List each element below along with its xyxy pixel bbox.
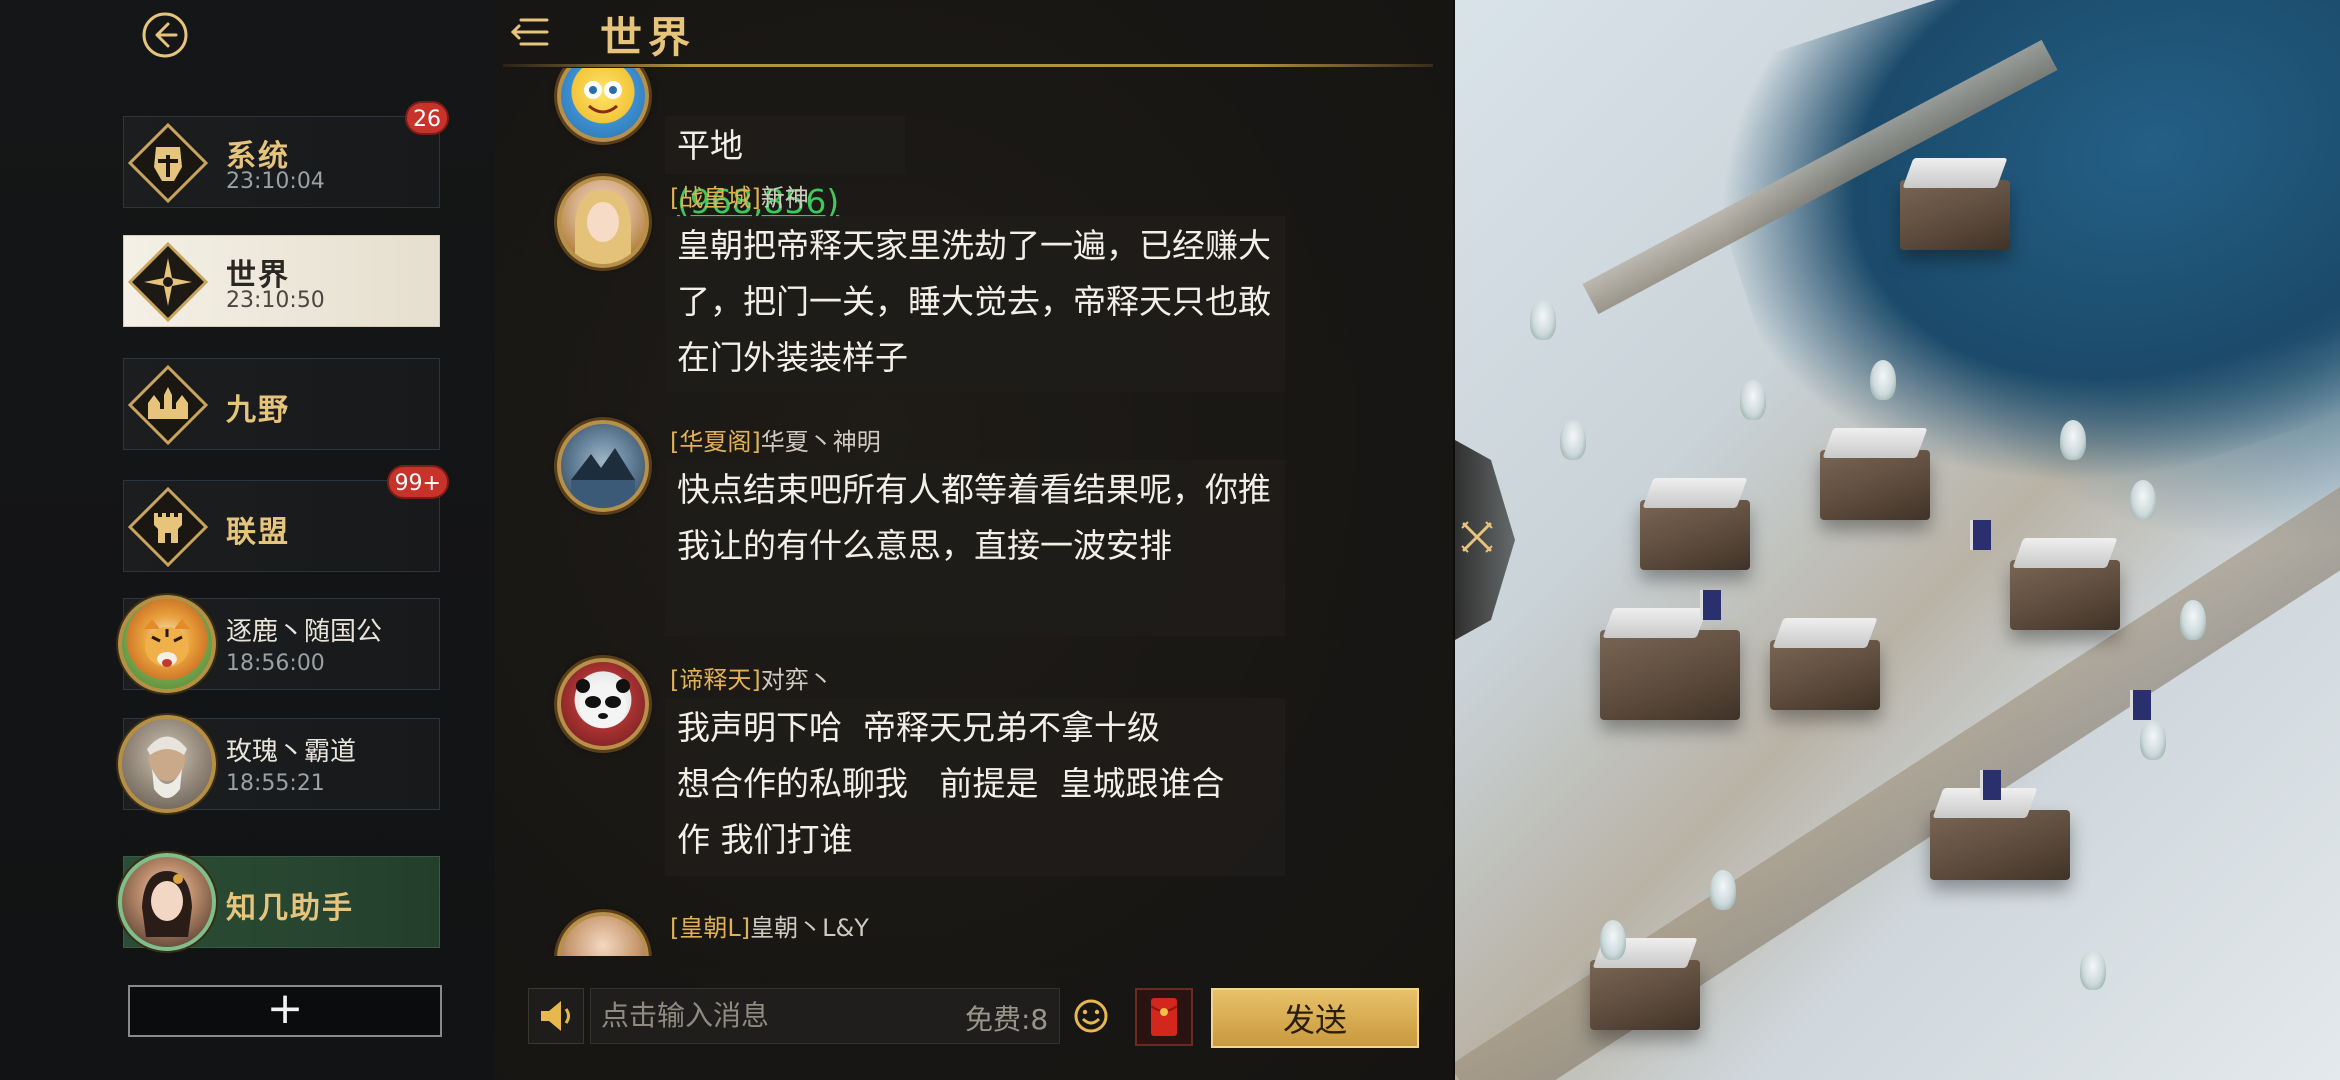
- emoji-button[interactable]: [1073, 998, 1109, 1034]
- castle-emblem-icon: [127, 364, 209, 446]
- sender-tag: [华夏阁]: [670, 428, 761, 456]
- sender-tag: [谛释天]: [670, 666, 761, 694]
- map-flag: [1970, 520, 1991, 550]
- map-building: [2010, 560, 2120, 630]
- red-packet-button[interactable]: [1135, 988, 1193, 1046]
- close-panel-button[interactable]: [1458, 518, 1496, 556]
- avatar[interactable]: [557, 68, 649, 142]
- map-building: [1600, 630, 1740, 720]
- tower-emblem-icon: [127, 486, 209, 568]
- page-title: 世界: [600, 13, 697, 62]
- map-tree: [2140, 720, 2166, 760]
- map-building: [1640, 500, 1750, 570]
- channel-name: 知几助手: [226, 891, 354, 926]
- channel-world[interactable]: 世界 23:10:50: [123, 235, 440, 327]
- message-bubble: 皇朝把帝释天家里洗劫了一遍，已经赚大了，把门一关，睡大觉去，帝释天只也敢在门外装…: [665, 216, 1285, 392]
- map-tree: [1560, 420, 1586, 460]
- world-map-background: [1440, 0, 2340, 1080]
- sender-tag: [战皇城]: [670, 184, 761, 212]
- channel-time: 23:10:50: [226, 288, 325, 313]
- map-flag: [1700, 590, 1721, 620]
- crossed-swords-icon: [1461, 521, 1493, 553]
- message-line: 我声明下哈 帝释天兄弟不拿十级: [677, 708, 1160, 747]
- message-line: 想合作的私聊我 前提是 皇城跟谁合: [677, 764, 1225, 803]
- message-sender[interactable]: [谛释天]对弈丶: [670, 660, 833, 695]
- message-bubble: 平地(968,856): [665, 116, 905, 221]
- free-count-label: 免费:8: [965, 1003, 1049, 1036]
- sender-name: 新神: [760, 184, 809, 212]
- chat-header: 世界: [495, 0, 1455, 68]
- channel-assistant[interactable]: 知几助手: [118, 853, 440, 951]
- message-text: 平地: [677, 126, 743, 165]
- map-tree: [1600, 920, 1626, 960]
- map-tree: [2080, 950, 2106, 990]
- map-tree: [2180, 600, 2206, 640]
- unread-badge: 26: [405, 101, 449, 135]
- send-button[interactable]: 发送: [1211, 988, 1419, 1048]
- channel-name: 逐鹿丶随国公: [226, 617, 383, 647]
- map-tree: [2060, 420, 2086, 460]
- avatar: [118, 595, 216, 693]
- message-bubble: 我声明下哈 帝释天兄弟不拿十级 想合作的私聊我 前提是 皇城跟谁合 作 我们打谁: [665, 698, 1285, 876]
- message-sender[interactable]: [战皇城]新神: [670, 178, 809, 213]
- map-building: [1900, 180, 2010, 250]
- header-divider: [503, 64, 1433, 67]
- sender-tag: [皇朝L]: [670, 914, 751, 942]
- menu-left-icon: [510, 18, 549, 46]
- add-channel-button[interactable]: +: [128, 985, 442, 1037]
- compass-emblem-icon: [127, 241, 209, 323]
- avatar: [118, 715, 216, 813]
- back-arrow-icon: [142, 12, 188, 58]
- chat-panel: 世界 平地(968,856) [战皇城]新神 皇朝把帝释天家里洗劫了一遍，已经赚…: [495, 0, 1455, 1080]
- red-packet-icon: [1150, 998, 1178, 1036]
- map-building: [1590, 960, 1700, 1030]
- message-line: 作 我们打谁: [677, 820, 853, 859]
- channel-name: 玫瑰丶霸道: [226, 737, 357, 767]
- message-list[interactable]: 平地(968,856) [战皇城]新神 皇朝把帝释天家里洗劫了一遍，已经赚大了，…: [495, 68, 1455, 956]
- map-tree: [2130, 480, 2156, 520]
- helmet-emblem-icon: [127, 122, 209, 204]
- message-text: 皇朝把帝释天家里洗劫了一遍，已经赚大了，把门一关，睡大觉去，帝释天只也敢在门外装…: [677, 226, 1271, 377]
- map-tree: [1870, 360, 1896, 400]
- map-building: [1770, 640, 1880, 710]
- avatar[interactable]: [557, 420, 649, 512]
- message-text: 快点结束吧所有人都等着看结果呢，你推我让的有什么意思，直接一波安排: [677, 470, 1271, 565]
- map-building: [1930, 810, 2070, 880]
- avatar[interactable]: [557, 912, 649, 956]
- channel-time: 23:10:04: [226, 169, 325, 194]
- channel-jiuye[interactable]: 九野: [123, 358, 440, 450]
- message-sender[interactable]: [华夏阁]华夏丶神明: [670, 422, 881, 457]
- channel-alliance[interactable]: 联盟 99+: [123, 465, 449, 572]
- back-button[interactable]: [140, 10, 190, 60]
- sender-name: 华夏丶神明: [760, 428, 881, 456]
- speaker-icon: [541, 1001, 570, 1031]
- broadcast-button[interactable]: [528, 988, 584, 1044]
- chat-input-bar: 点击输入消息 免费:8 发送: [495, 958, 1455, 1080]
- message-bubble: 快点结束吧所有人都等着看结果呢，你推我让的有什么意思，直接一波安排: [665, 460, 1285, 636]
- map-building: [1820, 450, 1930, 520]
- avatar[interactable]: [557, 176, 649, 268]
- message-sender[interactable]: [皇朝L]皇朝丶L&Y: [670, 908, 869, 943]
- unread-badge: 99+: [386, 465, 449, 499]
- channel-name: 九野: [226, 393, 290, 428]
- channel-time: 18:55:21: [226, 771, 325, 796]
- avatar: [118, 853, 216, 951]
- channel-sidebar: 系统 23:10:04 26 世界 23:10:50 九野 联盟 99+ 逐鹿丶…: [0, 0, 495, 1080]
- map-tree: [1710, 870, 1736, 910]
- channel-private-zhulu[interactable]: 逐鹿丶随国公 18:56:00: [118, 595, 440, 693]
- channel-time: 18:56:00: [226, 651, 325, 676]
- channel-name: 联盟: [226, 515, 290, 550]
- channel-private-meigui[interactable]: 玫瑰丶霸道 18:55:21: [118, 715, 440, 813]
- map-tree: [1740, 380, 1766, 420]
- map-flag: [2130, 690, 2151, 720]
- map-tree: [1530, 300, 1556, 340]
- smiley-icon: [1074, 999, 1108, 1033]
- sender-name: 对弈丶: [760, 666, 833, 694]
- collapse-menu-button[interactable]: [507, 12, 553, 52]
- map-flag: [1980, 770, 2001, 800]
- avatar[interactable]: [557, 658, 649, 750]
- channel-system[interactable]: 系统 23:10:04 26: [123, 101, 449, 208]
- sender-name: 皇朝丶L&Y: [750, 914, 869, 942]
